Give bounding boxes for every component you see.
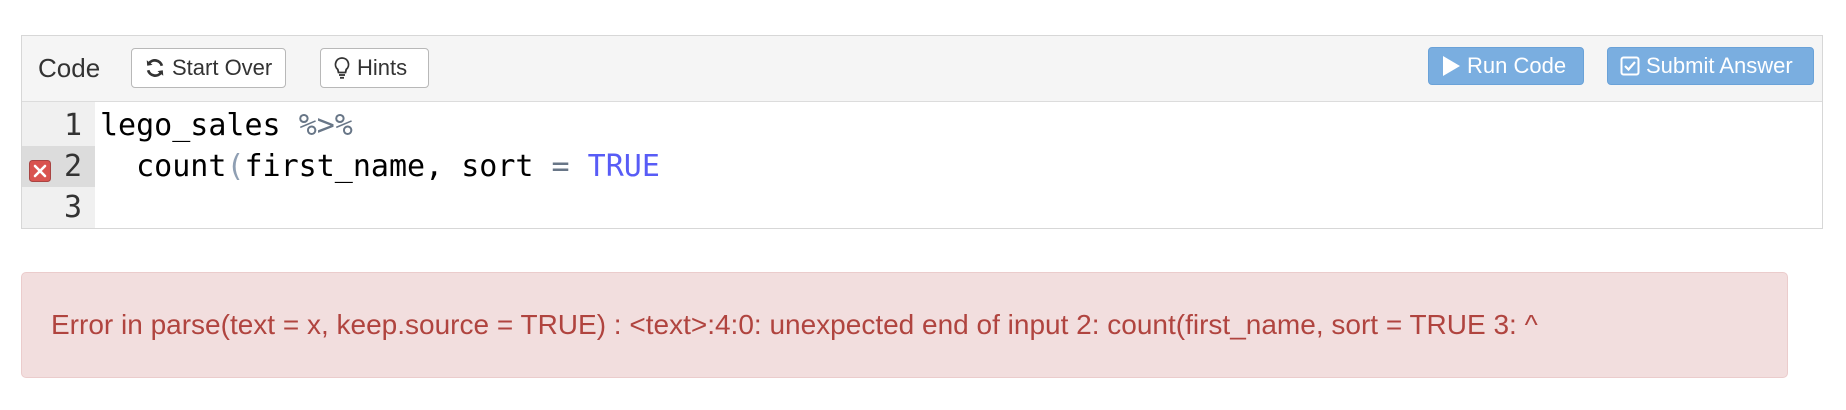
checkbox-icon (1620, 56, 1640, 76)
error-message: Error in parse(text = x, keep.source = T… (51, 309, 1538, 340)
submit-answer-button[interactable]: Submit Answer (1607, 47, 1814, 85)
run-code-label: Run Code (1467, 53, 1567, 78)
exercise-toolbar: Code Start Over Hints Run Code Submit An… (22, 36, 1822, 102)
lightbulb-icon (333, 56, 351, 80)
line-number: 2 (63, 149, 82, 184)
code-line-text[interactable]: lego_sales %>% (100, 108, 353, 143)
line-number: 1 (63, 108, 82, 143)
refresh-icon (144, 57, 166, 79)
hints-button[interactable]: Hints (320, 48, 429, 88)
hints-label: Hints (357, 55, 408, 80)
start-over-label: Start Over (172, 55, 273, 80)
line-number: 3 (63, 190, 82, 225)
code-line-text[interactable]: count(first_name, sort = TRUE (100, 149, 660, 184)
code-editor[interactable]: 1 lego_sales %>% 2 count(first_name, sor… (22, 102, 1822, 228)
toolbar-title: Code (38, 53, 101, 83)
error-alert: Error in parse(text = x, keep.source = T… (21, 272, 1788, 378)
start-over-button[interactable]: Start Over (131, 48, 286, 88)
code-exercise-panel: Code Start Over Hints Run Code Submit An… (21, 35, 1823, 229)
submit-answer-label: Submit Answer (1646, 53, 1793, 78)
run-code-button[interactable]: Run Code (1428, 47, 1584, 85)
play-icon (1441, 55, 1461, 77)
